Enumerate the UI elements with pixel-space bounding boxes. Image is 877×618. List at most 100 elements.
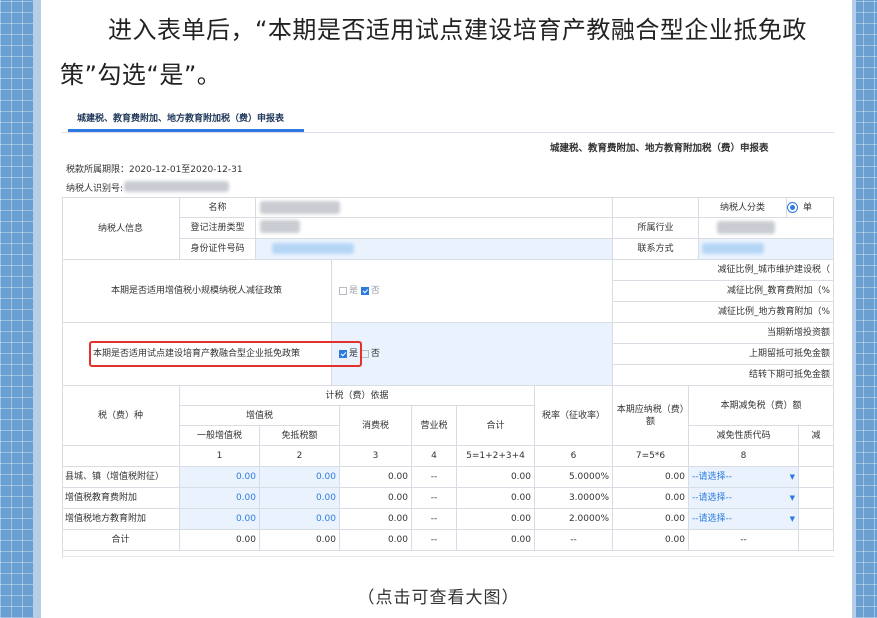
header-vat: 增值税 bbox=[180, 406, 340, 426]
right-row-4: 当期新增投资额 bbox=[613, 323, 834, 344]
header-rate: 税率（征收率） bbox=[535, 386, 613, 446]
tab-bar: 城建税、教育费附加、地方教育附加税（费）申报表 bbox=[62, 102, 834, 133]
header-business: 营业税 bbox=[412, 406, 457, 446]
tab-declaration-form[interactable]: 城建税、教育费附加、地方教育附加税（费）申报表 bbox=[77, 111, 284, 124]
taxpayer-id-redacted bbox=[124, 181, 229, 192]
q2-no-checkbox[interactable] bbox=[360, 350, 369, 358]
reg-type-value bbox=[256, 218, 613, 239]
header-general-vat: 一般增值税 bbox=[180, 426, 260, 446]
q1-label: 本期是否适用增值税小规模纳税人减征政策 bbox=[62, 260, 332, 323]
q1-no-checkbox[interactable] bbox=[360, 287, 369, 295]
total-code: -- bbox=[689, 530, 799, 551]
form-screenshot[interactable]: 城建税、教育费附加、地方教育附加税（费）申报表 城建税、教育费附加、地方教育附加… bbox=[62, 102, 834, 558]
screenshot-bottom-border bbox=[62, 556, 834, 557]
reg-type-redacted bbox=[260, 220, 300, 233]
left-decor-border bbox=[0, 0, 33, 618]
q1-yes-checkbox[interactable] bbox=[339, 287, 347, 295]
colnum-2: 2 bbox=[260, 446, 340, 467]
row-c2[interactable]: 0.00 bbox=[260, 488, 340, 509]
row-c4: -- bbox=[412, 467, 457, 488]
colnum-3: 3 bbox=[340, 446, 412, 467]
row-c1[interactable]: 0.00 bbox=[180, 467, 260, 488]
row-name: 增值税地方教育附加 bbox=[62, 509, 180, 530]
row-rate: 3.0000% bbox=[535, 488, 613, 509]
row-c1[interactable]: 0.00 bbox=[180, 509, 260, 530]
colnum-6: 6 bbox=[535, 446, 613, 467]
dropdown-arrow-icon: ▼ bbox=[789, 473, 795, 481]
total-c7: 0.00 bbox=[613, 530, 689, 551]
total-c2: 0.00 bbox=[260, 530, 340, 551]
header-relief: 本期减免税（费）额 bbox=[689, 386, 834, 426]
right-row-2: 减征比例_教育费附加（% bbox=[613, 281, 834, 302]
total-rate: -- bbox=[535, 530, 613, 551]
header-relief-code: 减免性质代码 bbox=[689, 426, 799, 446]
colnum-7: 7=5*6 bbox=[613, 446, 689, 467]
row-c3: 0.00 bbox=[340, 488, 412, 509]
header-exempt: 免抵税额 bbox=[260, 426, 340, 446]
taxpayer-id-label: 纳税人识别号: bbox=[66, 184, 124, 194]
header-payable: 本期应纳税（费）额 bbox=[613, 386, 689, 446]
row-c4: -- bbox=[412, 488, 457, 509]
row-c5: 0.00 bbox=[457, 509, 535, 530]
right-row-5: 上期留抵可抵免金额 bbox=[613, 344, 834, 365]
dropdown-arrow-icon: ▼ bbox=[789, 494, 795, 502]
header-basis: 计税（费）依据 bbox=[180, 386, 535, 406]
row-c2[interactable]: 0.00 bbox=[260, 467, 340, 488]
contact-label: 联系方式 bbox=[613, 239, 699, 260]
row-c4: -- bbox=[412, 509, 457, 530]
row-c5: 0.00 bbox=[457, 488, 535, 509]
colnum-1: 1 bbox=[180, 446, 260, 467]
row-c3: 0.00 bbox=[340, 467, 412, 488]
q2-options[interactable]: 是 否 bbox=[332, 323, 613, 386]
row-c7: 0.00 bbox=[613, 509, 689, 530]
total-c5: 0.00 bbox=[457, 530, 535, 551]
header-relief-amt: 减 bbox=[799, 426, 834, 446]
row-c7: 0.00 bbox=[613, 467, 689, 488]
q1-options[interactable]: 是 否 bbox=[332, 260, 613, 323]
row-c7: 0.00 bbox=[613, 488, 689, 509]
row-c5: 0.00 bbox=[457, 467, 535, 488]
colnum-4: 4 bbox=[412, 446, 457, 467]
total-row-name: 合计 bbox=[62, 530, 180, 551]
tab-active-indicator bbox=[68, 129, 304, 132]
total-c4: -- bbox=[412, 530, 457, 551]
category-label: 纳税人分类 bbox=[699, 198, 787, 218]
row-c1[interactable]: 0.00 bbox=[180, 488, 260, 509]
info-section-label: 纳税人信息 bbox=[62, 198, 180, 260]
industry-redacted bbox=[717, 221, 775, 234]
header-consumption: 消费税 bbox=[340, 406, 412, 446]
name-redacted bbox=[260, 201, 340, 214]
row-c2[interactable]: 0.00 bbox=[260, 509, 340, 530]
colnum-8: 8 bbox=[689, 446, 799, 467]
row-relief-select[interactable]: --请选择-- ▼ bbox=[689, 509, 799, 530]
header-tax-type: 税（费）种 bbox=[62, 386, 180, 446]
row-rate: 2.0000% bbox=[535, 509, 613, 530]
radio-selected-icon[interactable] bbox=[790, 205, 795, 210]
industry-label: 所属行业 bbox=[613, 218, 699, 239]
id-no-label: 身份证件号码 bbox=[180, 239, 256, 260]
total-c3: 0.00 bbox=[340, 530, 412, 551]
row-relief-select[interactable]: --请选择-- ▼ bbox=[689, 488, 799, 509]
panel-edge-left bbox=[33, 0, 41, 618]
header-total: 合计 bbox=[457, 406, 535, 446]
row-name: 县城、镇（增值税附征） bbox=[62, 467, 180, 488]
reg-type-label: 登记注册类型 bbox=[180, 218, 256, 239]
category-radio[interactable]: 单 bbox=[787, 198, 834, 218]
category-gap bbox=[613, 198, 699, 218]
dropdown-arrow-icon: ▼ bbox=[789, 515, 795, 523]
colnum-5: 5=1+2+3+4 bbox=[457, 446, 535, 467]
right-row-6: 结转下期可抵免金额 bbox=[613, 365, 834, 386]
total-c1: 0.00 bbox=[180, 530, 260, 551]
right-row-3: 减征比例_地方教育附加（% bbox=[613, 302, 834, 323]
row-relief-amt bbox=[799, 488, 834, 509]
row-rate: 5.0000% bbox=[535, 467, 613, 488]
image-caption[interactable]: （点击可查看大图） bbox=[0, 583, 877, 608]
highlight-box bbox=[89, 341, 362, 367]
row-relief-amt bbox=[799, 509, 834, 530]
row-name: 增值税教育费附加 bbox=[62, 488, 180, 509]
contact-redacted bbox=[702, 243, 764, 254]
row-relief-select[interactable]: --请选择-- ▼ bbox=[689, 467, 799, 488]
colnum-9 bbox=[799, 446, 834, 467]
total-relief-amt bbox=[799, 530, 834, 551]
colnum-blank bbox=[62, 446, 180, 467]
